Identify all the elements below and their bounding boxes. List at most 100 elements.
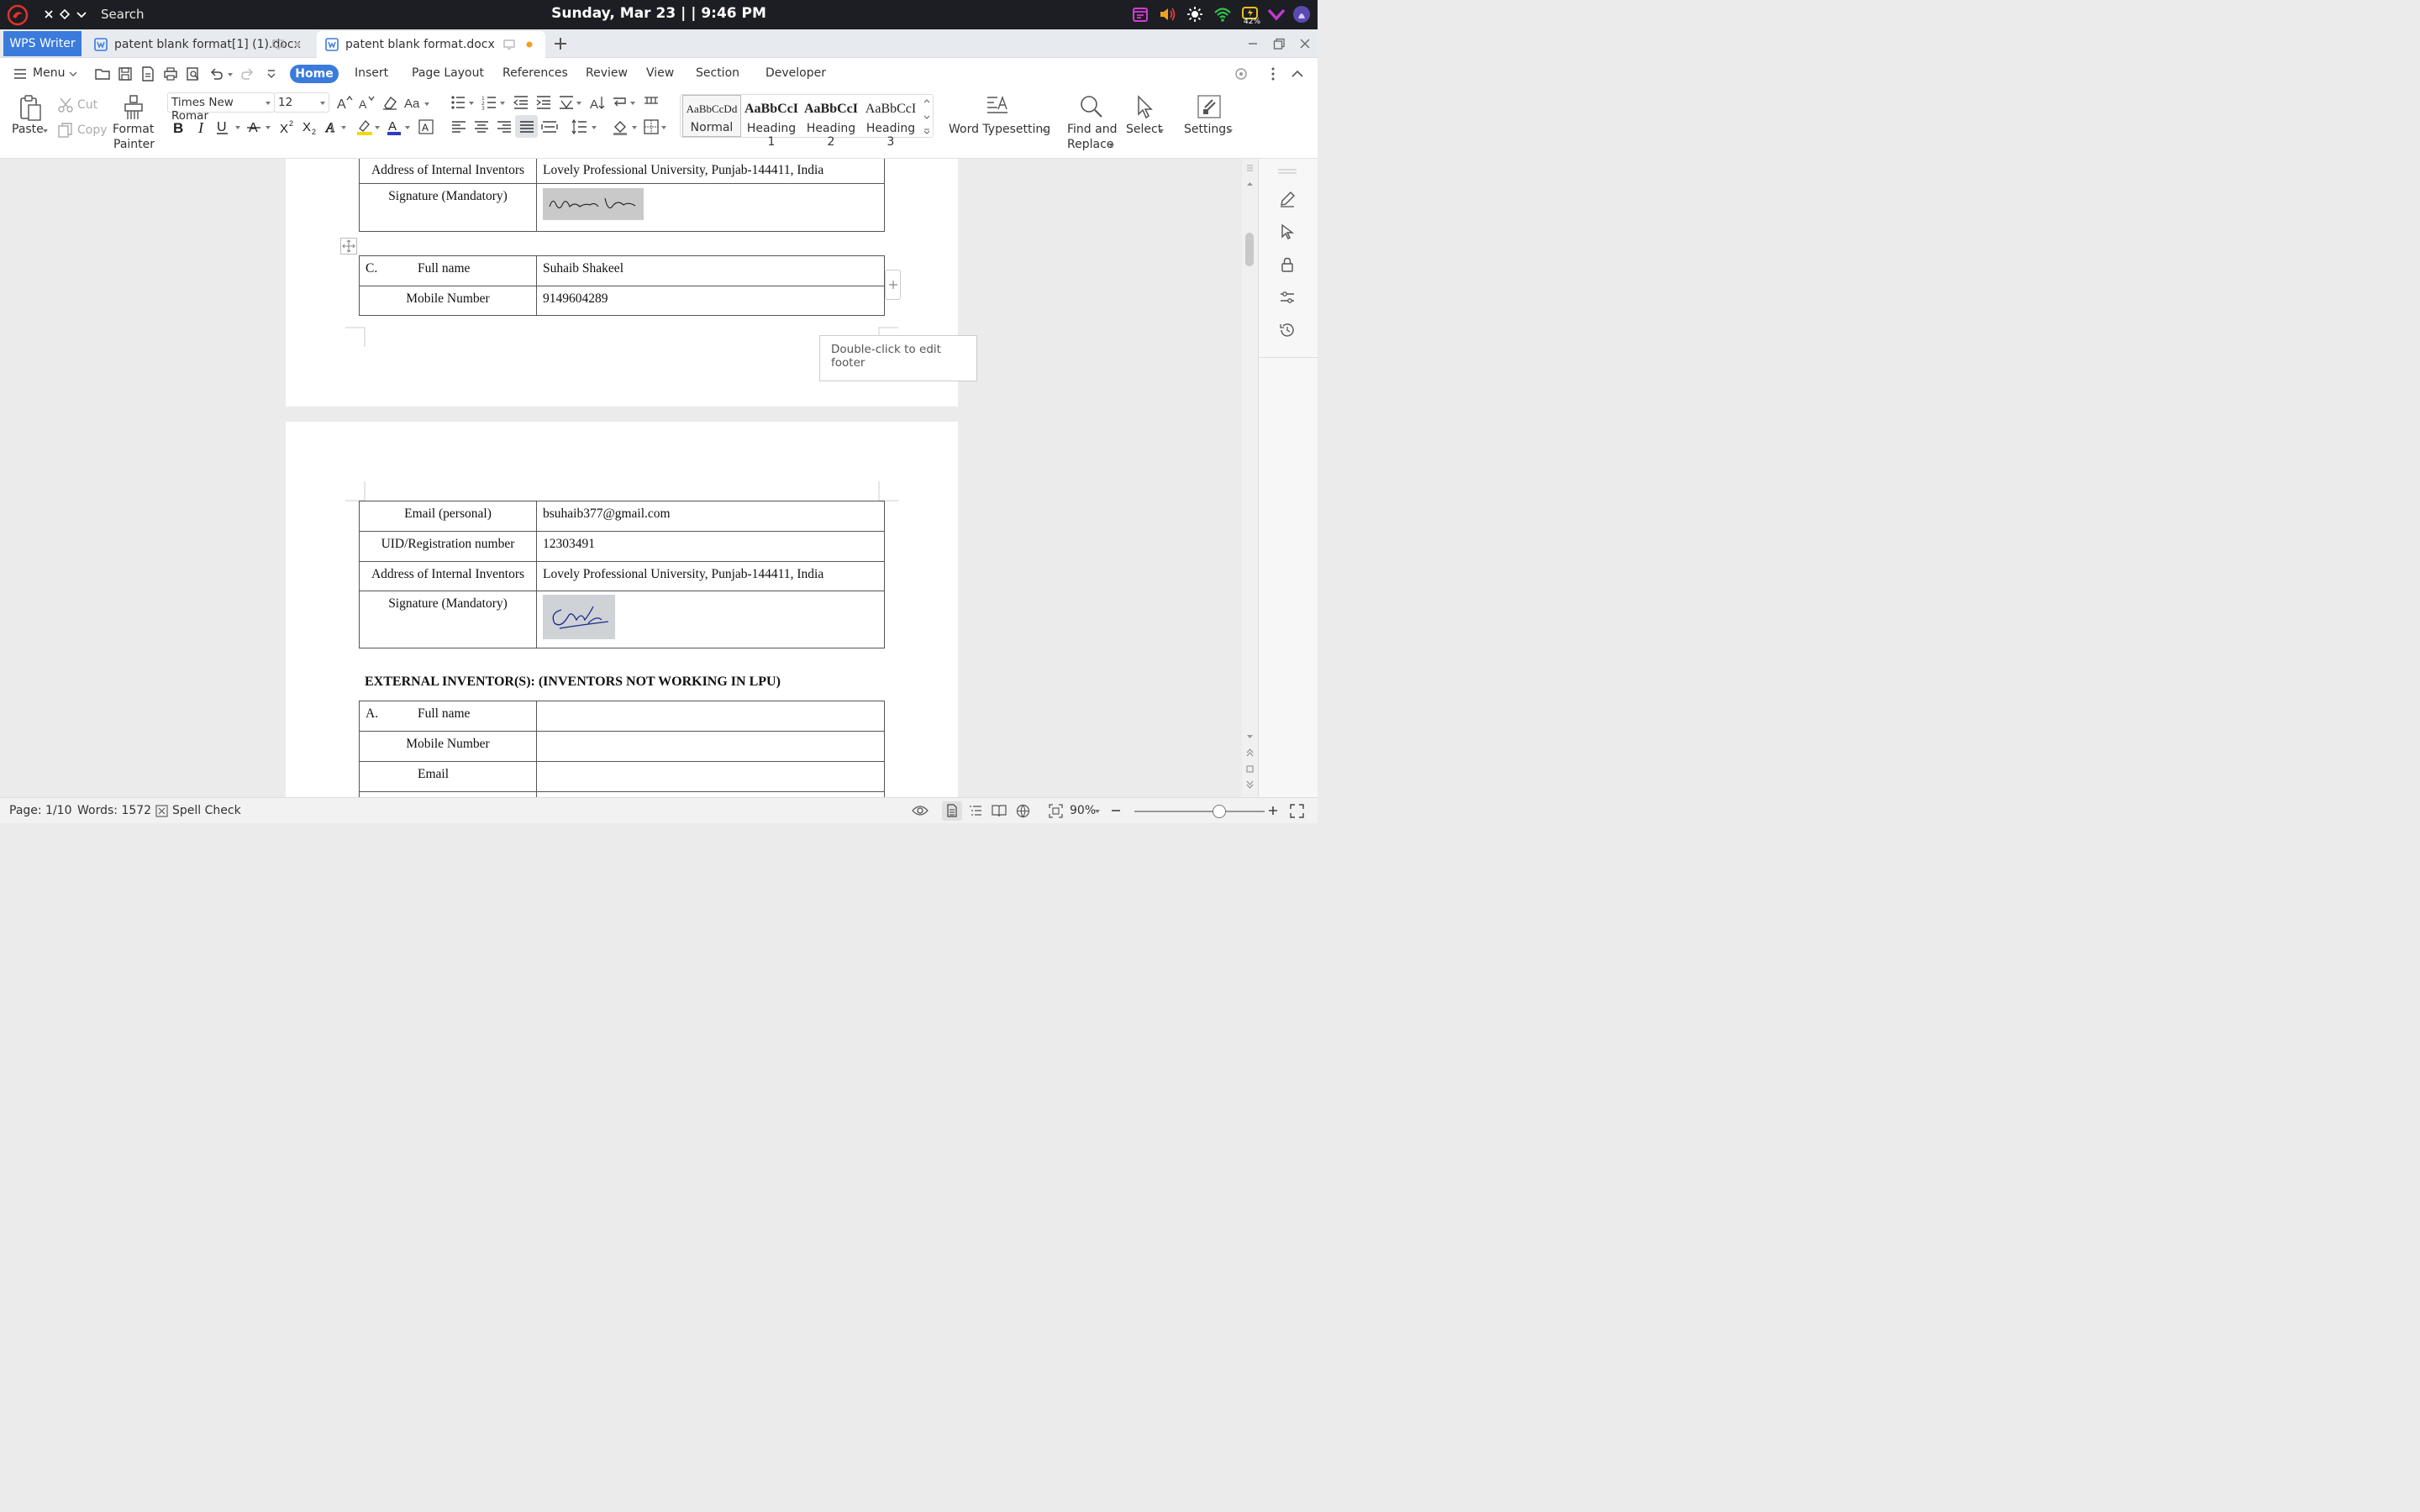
- vertical-scrollbar[interactable]: [1242, 159, 1258, 797]
- check-icon[interactable]: [1267, 5, 1286, 24]
- save-icon[interactable]: [118, 66, 133, 81]
- style-heading-2[interactable]: AaBbCcI Heading 2: [802, 95, 860, 149]
- tab-developer[interactable]: Developer: [765, 66, 826, 80]
- diamond-icon[interactable]: [58, 8, 71, 21]
- table-label-cell[interactable]: A. Full name: [359, 701, 537, 732]
- tab-section[interactable]: Section: [696, 66, 739, 80]
- undo-icon[interactable]: [208, 66, 224, 81]
- edit-pencil-icon[interactable]: [1279, 191, 1296, 207]
- table-label-cell[interactable]: Address of Internal Inventors: [359, 561, 537, 591]
- select-button[interactable]: Select: [1126, 123, 1162, 136]
- tab-document-1[interactable]: patent blank format[1] (1).docx: [86, 31, 314, 58]
- table-tools-icon[interactable]: [643, 94, 660, 111]
- collapse-ribbon-icon[interactable]: [1291, 67, 1304, 81]
- zoom-slider-track[interactable]: [1134, 811, 1265, 812]
- zoom-slider-knob[interactable]: [1212, 805, 1226, 818]
- table-label-cell[interactable]: Signature (Mandatory): [359, 183, 537, 232]
- underline-icon[interactable]: U: [215, 118, 242, 135]
- line-spacing-icon[interactable]: [571, 118, 598, 135]
- table-label-cell[interactable]: Signature (Mandatory): [359, 591, 537, 648]
- chevron-down-icon[interactable]: [1228, 129, 1233, 134]
- table-value-cell[interactable]: Lovely Professional University, Punjab-1…: [536, 159, 885, 184]
- find-replace-label-1[interactable]: Find and: [1067, 123, 1117, 136]
- borders-icon[interactable]: [643, 118, 670, 135]
- add-column-button[interactable]: [885, 270, 901, 300]
- table-label-cell[interactable]: Mobile Number: [359, 731, 537, 762]
- chinese-layout-icon[interactable]: [558, 94, 583, 111]
- word-typesetting-icon[interactable]: [985, 94, 1010, 119]
- next-page-icon[interactable]: [1246, 780, 1254, 789]
- table-value-cell[interactable]: [536, 731, 885, 762]
- tab-document-2[interactable]: patent blank format.docx: [317, 31, 545, 58]
- print-icon[interactable]: [163, 66, 178, 81]
- align-center-icon[interactable]: [473, 118, 490, 135]
- wifi-icon[interactable]: [1213, 5, 1232, 24]
- settings-icon[interactable]: [1197, 94, 1222, 119]
- table-label-cell[interactable]: Mobile Number: [359, 286, 537, 316]
- character-border-icon[interactable]: A: [418, 118, 434, 135]
- table-value-cell[interactable]: 9149604289: [536, 286, 885, 316]
- page-view-icon[interactable]: [945, 804, 959, 817]
- hamburger-icon[interactable]: [13, 68, 27, 80]
- outline-view-icon[interactable]: [969, 804, 982, 817]
- style-heading-3[interactable]: AaBbCcI Heading 3: [861, 95, 920, 149]
- italic-icon[interactable]: I: [193, 118, 210, 135]
- chevron-down-icon[interactable]: [69, 70, 77, 78]
- shrink-font-icon[interactable]: A: [358, 94, 375, 111]
- table-value-cell[interactable]: bsuhaib377@gmail.com: [536, 501, 885, 532]
- adjust-sliders-icon[interactable]: [1279, 289, 1296, 306]
- chevron-down-icon[interactable]: [1042, 129, 1047, 134]
- zoom-out-icon[interactable]: [1110, 805, 1122, 816]
- bullets-icon[interactable]: [450, 94, 476, 111]
- table-value-cell[interactable]: [536, 761, 885, 792]
- spell-check-icon[interactable]: [155, 805, 168, 817]
- paste-icon[interactable]: [18, 95, 42, 122]
- table-label-cell[interactable]: Address of Internal Inventors: [359, 159, 537, 184]
- tab-review[interactable]: Review: [586, 66, 628, 80]
- paste-button[interactable]: Paste: [12, 123, 44, 136]
- chevron-down-icon[interactable]: [1109, 144, 1114, 149]
- distributed-icon[interactable]: [541, 118, 558, 135]
- minimize-icon[interactable]: [1246, 37, 1260, 50]
- font-size-select[interactable]: 12: [274, 92, 329, 113]
- styles-scroll-icon[interactable]: [923, 97, 931, 134]
- chevron-down-icon[interactable]: [227, 71, 234, 78]
- lock-icon[interactable]: [1279, 256, 1296, 273]
- close-window-icon[interactable]: [1298, 37, 1312, 50]
- justify-icon[interactable]: [518, 118, 535, 135]
- volume-icon[interactable]: [1158, 5, 1176, 24]
- tab-page-layout[interactable]: Page Layout: [412, 66, 484, 80]
- cloud-settings-icon[interactable]: [1234, 66, 1249, 81]
- table-label-cell[interactable]: C. Full name: [359, 255, 537, 286]
- table-value-cell[interactable]: Suhaib Shakeel: [536, 255, 885, 286]
- numbering-icon[interactable]: 123: [481, 94, 507, 111]
- find-replace-label-2[interactable]: Replace: [1067, 138, 1113, 151]
- reading-mode-icon[interactable]: [992, 804, 1007, 817]
- export-pdf-icon[interactable]: [140, 66, 155, 81]
- chevron-down-icon[interactable]: [43, 129, 48, 134]
- fullscreen-icon[interactable]: [1290, 804, 1304, 818]
- table-value-cell[interactable]: [536, 701, 885, 732]
- table-label-cell[interactable]: Email (personal): [359, 501, 537, 532]
- spell-check-button[interactable]: Spell Check: [172, 804, 241, 817]
- panel-drag-handle[interactable]: [1278, 169, 1297, 174]
- word-typesetting-button[interactable]: Word Typesetting: [949, 123, 1050, 136]
- bold-icon[interactable]: B: [171, 118, 187, 135]
- shading-icon[interactable]: [612, 118, 639, 135]
- strikethrough-icon[interactable]: A: [247, 118, 272, 135]
- restore-icon[interactable]: [1272, 37, 1286, 50]
- search-label[interactable]: Search: [101, 7, 145, 22]
- cut-button[interactable]: Cut: [77, 98, 97, 112]
- style-heading-1[interactable]: AaBbCcI Heading 1: [742, 95, 801, 149]
- fit-page-icon[interactable]: [1049, 804, 1063, 818]
- sort-icon[interactable]: A: [589, 94, 606, 111]
- chevron-down-icon[interactable]: [75, 8, 88, 21]
- line-break-icon[interactable]: [612, 94, 637, 111]
- find-replace-icon[interactable]: [1079, 94, 1104, 119]
- text-effect-icon[interactable]: A: [324, 118, 350, 135]
- tab-insert[interactable]: Insert: [355, 66, 388, 80]
- align-left-icon[interactable]: [450, 118, 467, 135]
- chevron-down-icon[interactable]: [1095, 810, 1100, 814]
- settings-button[interactable]: Settings: [1184, 123, 1232, 136]
- app-tab-wps-writer[interactable]: WPS Writer: [3, 31, 82, 56]
